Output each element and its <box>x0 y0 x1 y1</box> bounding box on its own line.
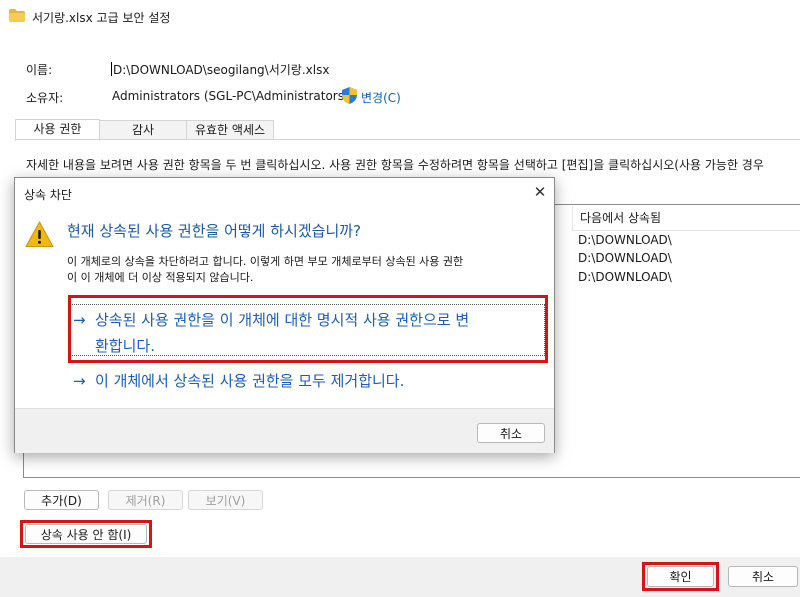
highlight-box <box>68 295 548 363</box>
window-title: 서기랑.xlsx 고급 보안 설정 <box>32 11 171 25</box>
explanation-line: 이 개체로의 상속을 차단하려고 합니다. 이렇게 하면 부모 개체로부터 상속… <box>67 255 464 268</box>
tab-divider <box>15 139 800 140</box>
close-icon[interactable]: ✕ <box>531 183 549 201</box>
dialog-footer: 취소 <box>15 408 554 453</box>
inherited-from-cell: D:\DOWNLOAD\ <box>578 251 672 265</box>
dialog-explanation: 이 개체로의 상속을 차단하려고 합니다. 이렇게 하면 부모 개체로부터 상속… <box>67 254 547 286</box>
change-owner-link[interactable]: 변경(C) <box>361 89 401 106</box>
highlight-box <box>642 562 719 591</box>
cancel-button[interactable]: 취소 <box>728 566 798 587</box>
explanation-line: 이 이 개체에 더 이상 적용되지 않습니다. <box>67 271 254 284</box>
dialog-cancel-button[interactable]: 취소 <box>477 423 545 443</box>
dialog-title: 상속 차단 <box>24 188 72 202</box>
dialog-question: 현재 상속된 사용 권한을 어떻게 하시겠습니까? <box>67 222 362 240</box>
title-bar: 서기랑.xlsx 고급 보안 설정 <box>0 0 800 34</box>
inherited-from-cell: D:\DOWNLOAD\ <box>578 233 672 247</box>
folder-icon <box>9 9 25 22</box>
tab-auditing[interactable]: 감사 <box>99 120 187 140</box>
block-inheritance-dialog: 상속 차단 ✕ 현재 상속된 사용 권한을 어떻게 하시겠습니까? 이 개체로의… <box>14 177 555 453</box>
tab-effective-access[interactable]: 유효한 액세스 <box>186 120 274 140</box>
remove-permissions-command[interactable]: → 이 개체에서 상속된 사용 권한을 모두 제거합니다. <box>73 368 404 394</box>
permissions-description: 자세한 내용을 보려면 사용 권한 항목을 두 번 클릭하십시오. 사용 권한 … <box>26 158 764 172</box>
name-value: D:\DOWNLOAD\seogilang\서기랑.xlsx <box>113 63 330 77</box>
name-label: 이름: <box>26 63 53 77</box>
inherited-from-cell: D:\DOWNLOAD\ <box>578 270 672 284</box>
owner-label: 소유자: <box>26 91 64 105</box>
tab-permissions[interactable]: 사용 권한 <box>15 119 100 141</box>
view-button[interactable]: 보기(V) <box>188 490 263 510</box>
uac-shield-icon <box>342 87 357 104</box>
remove-button[interactable]: 제거(R) <box>108 490 183 510</box>
owner-value: Administrators (SGL-PC\Administrators) <box>112 89 349 103</box>
column-header-inherited-from[interactable]: 다음에서 상속됨 <box>572 206 800 231</box>
highlight-box <box>20 520 152 548</box>
arrow-right-icon: → <box>73 372 86 390</box>
name-value-field[interactable]: D:\DOWNLOAD\seogilang\서기랑.xlsx <box>111 61 329 78</box>
command-label: 이 개체에서 상속된 사용 권한을 모두 제거합니다. <box>95 372 405 390</box>
add-button[interactable]: 추가(D) <box>24 490 99 510</box>
inherited-header-label: 다음에서 상속됨 <box>580 211 662 225</box>
warning-icon <box>25 221 54 247</box>
